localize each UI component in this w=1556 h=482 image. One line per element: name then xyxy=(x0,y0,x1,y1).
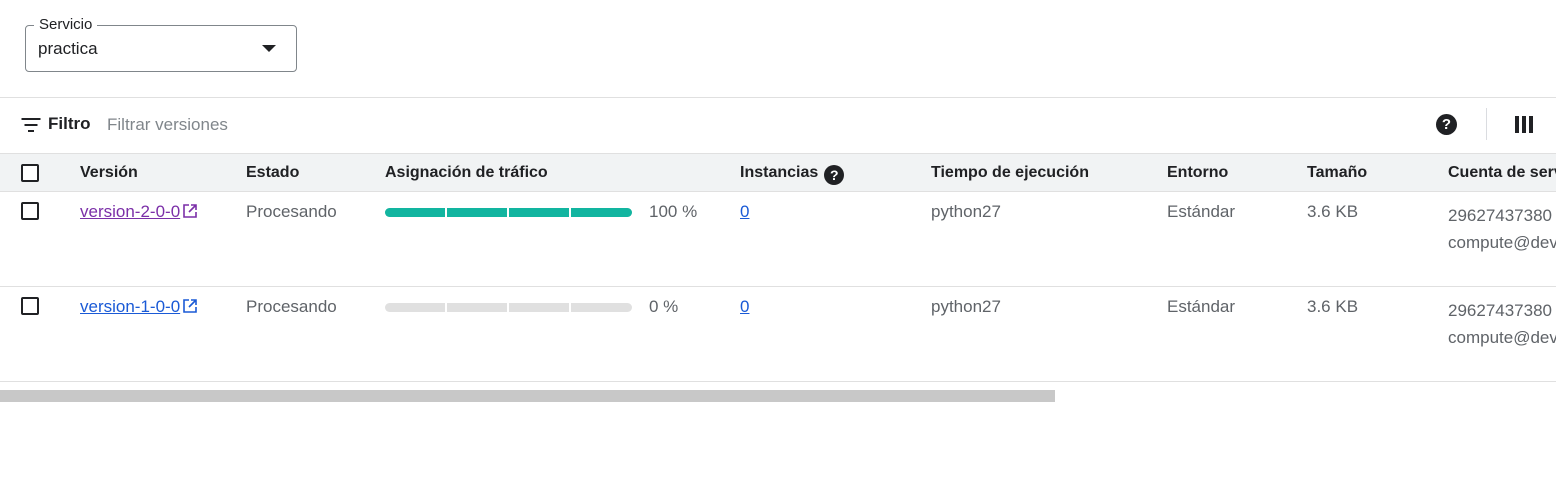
filter-label[interactable]: Filtro xyxy=(48,114,91,134)
column-header-version[interactable]: Versión xyxy=(80,164,138,182)
select-all-checkbox[interactable] xyxy=(21,164,39,182)
column-display-icon[interactable] xyxy=(1515,116,1533,133)
version-link-label: version-2-0-0 xyxy=(80,202,181,221)
toolbar-divider xyxy=(1486,108,1487,140)
horizontal-scrollbar[interactable] xyxy=(0,390,1055,402)
table-row: version-2-0-0 Procesando 100 % 0 python2… xyxy=(0,192,1556,287)
service-account-line2: compute@dev xyxy=(1448,328,1556,347)
service-account-line2: compute@dev xyxy=(1448,233,1556,252)
help-icon[interactable]: ? xyxy=(824,165,845,185)
service-select-label: Servicio xyxy=(34,16,98,34)
traffic-allocation-bar xyxy=(385,303,632,312)
service-account-line1: 29627437380 xyxy=(1448,301,1553,320)
instances-link[interactable]: 0 xyxy=(740,297,749,317)
section-divider xyxy=(0,97,1556,98)
traffic-percent: 100 % xyxy=(649,202,698,221)
filter-versions-input[interactable] xyxy=(107,112,607,138)
filter-list-icon[interactable] xyxy=(21,117,40,132)
table-header: Versión Estado Asignación de tráfico Ins… xyxy=(0,153,1556,192)
status-text: Procesando xyxy=(246,202,337,221)
column-header-environment[interactable]: Entorno xyxy=(1167,164,1228,182)
traffic-allocation-bar xyxy=(385,208,632,217)
environment-text: Estándar xyxy=(1167,202,1236,221)
instances-link[interactable]: 0 xyxy=(740,202,749,222)
service-account-line1: 29627437380 xyxy=(1448,206,1553,225)
open-in-new-icon xyxy=(183,204,197,218)
table-row: version-1-0-0 Procesando 0 % 0 python27 … xyxy=(0,287,1556,382)
environment-text: Estándar xyxy=(1167,297,1236,316)
service-account-text: 29627437380 compute@dev xyxy=(1448,297,1556,351)
column-header-runtime[interactable]: Tiempo de ejecución xyxy=(931,164,1089,182)
open-in-new-icon xyxy=(183,299,197,313)
runtime-text: python27 xyxy=(931,297,1001,316)
arrow-drop-down-icon xyxy=(262,45,276,52)
column-header-status[interactable]: Estado xyxy=(246,164,299,182)
runtime-text: python27 xyxy=(931,202,1001,221)
column-header-instances[interactable]: Instancias? xyxy=(740,164,845,185)
service-select[interactable]: Servicio practica xyxy=(25,16,297,72)
row-checkbox[interactable] xyxy=(21,297,39,315)
row-checkbox[interactable] xyxy=(21,202,39,220)
help-icon[interactable]: ? xyxy=(1436,114,1457,135)
column-header-service-account[interactable]: Cuenta de serv xyxy=(1448,164,1556,182)
version-link[interactable]: version-1-0-0 xyxy=(80,297,197,317)
service-select-value: practica xyxy=(38,39,98,58)
size-text: 3.6 KB xyxy=(1307,297,1359,316)
status-text: Procesando xyxy=(246,297,337,316)
service-account-text: 29627437380 compute@dev xyxy=(1448,202,1556,256)
column-header-size[interactable]: Tamaño xyxy=(1307,164,1367,182)
column-header-traffic[interactable]: Asignación de tráfico xyxy=(385,164,548,182)
version-link[interactable]: version-2-0-0 xyxy=(80,202,197,222)
column-header-instances-label: Instancias xyxy=(740,164,819,181)
version-link-label: version-1-0-0 xyxy=(80,297,181,316)
traffic-percent: 0 % xyxy=(649,297,679,316)
size-text: 3.6 KB xyxy=(1307,202,1359,221)
